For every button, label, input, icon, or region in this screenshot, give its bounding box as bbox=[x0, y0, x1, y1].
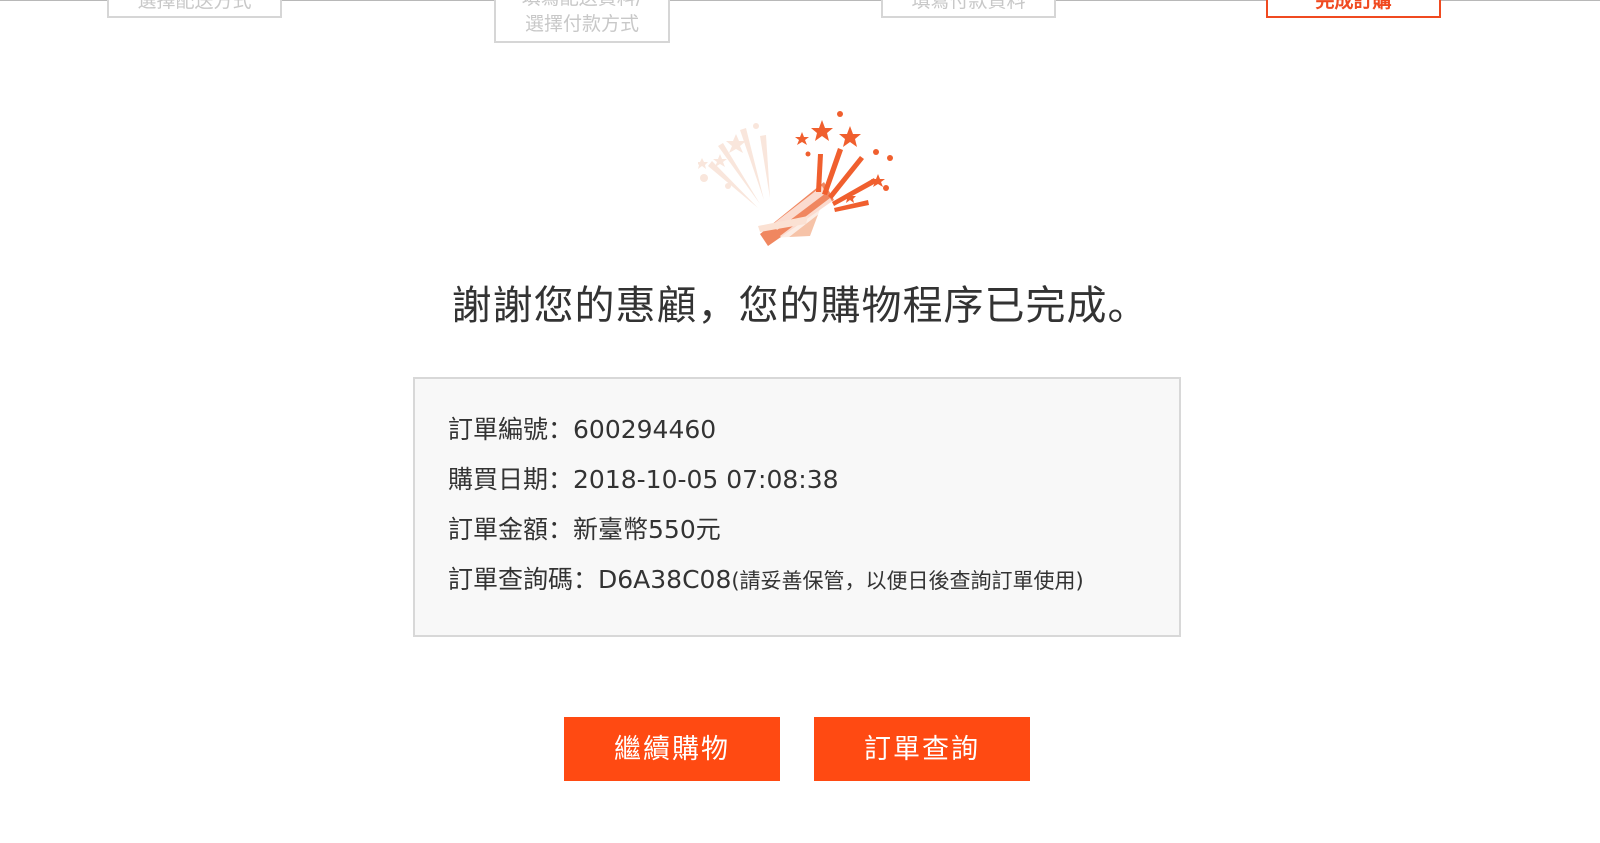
purchase-date-label: 購買日期： bbox=[448, 465, 574, 494]
step-payment-info: 填寫付款資料 bbox=[881, 0, 1056, 18]
order-amount-label: 訂單金額： bbox=[448, 515, 574, 544]
purchase-date-row: 購買日期：2018-10-05 07:08:38 bbox=[448, 455, 1146, 505]
order-number-value: 600294460 bbox=[573, 415, 717, 444]
order-query-code-label: 訂單查詢碼： bbox=[448, 565, 599, 594]
step-delivery-method: 選擇配送方式 bbox=[107, 0, 282, 18]
order-amount-row: 訂單金額：新臺幣550元 bbox=[448, 505, 1146, 555]
party-popper-icon bbox=[698, 111, 893, 246]
order-summary-box: 訂單編號：600294460 購買日期：2018-10-05 07:08:38 … bbox=[413, 377, 1181, 637]
step-label: 選擇配送方式 bbox=[137, 0, 252, 12]
step-order-complete: 完成訂購 bbox=[1266, 0, 1441, 18]
continue-shopping-button[interactable]: 繼續購物 bbox=[564, 717, 780, 781]
step-delivery-info: 填寫配送資料/ 選擇付款方式 bbox=[494, 0, 670, 43]
order-number-label: 訂單編號： bbox=[448, 415, 574, 444]
order-number-row: 訂單編號：600294460 bbox=[448, 405, 1146, 455]
step-label: 填寫付款資料 bbox=[911, 0, 1026, 12]
order-amount-value: 新臺幣550元 bbox=[573, 515, 721, 544]
thank-you-message: 謝謝您的惠顧，您的購物程序已完成。 bbox=[451, 283, 1149, 329]
step-label: 填寫配送資料/ bbox=[496, 0, 668, 11]
order-query-code-note: (請妥善保管，以便日後查詢訂單使用) bbox=[731, 569, 1084, 593]
order-query-code-value: D6A38C08 bbox=[598, 565, 732, 594]
order-query-button[interactable]: 訂單查詢 bbox=[814, 717, 1030, 781]
step-label: 完成訂購 bbox=[1315, 0, 1392, 12]
step-label: 選擇付款方式 bbox=[524, 13, 639, 35]
order-query-code-row: 訂單查詢碼：D6A38C08(請妥善保管，以便日後查詢訂單使用) bbox=[448, 555, 1146, 605]
purchase-date-value: 2018-10-05 07:08:38 bbox=[573, 465, 839, 494]
